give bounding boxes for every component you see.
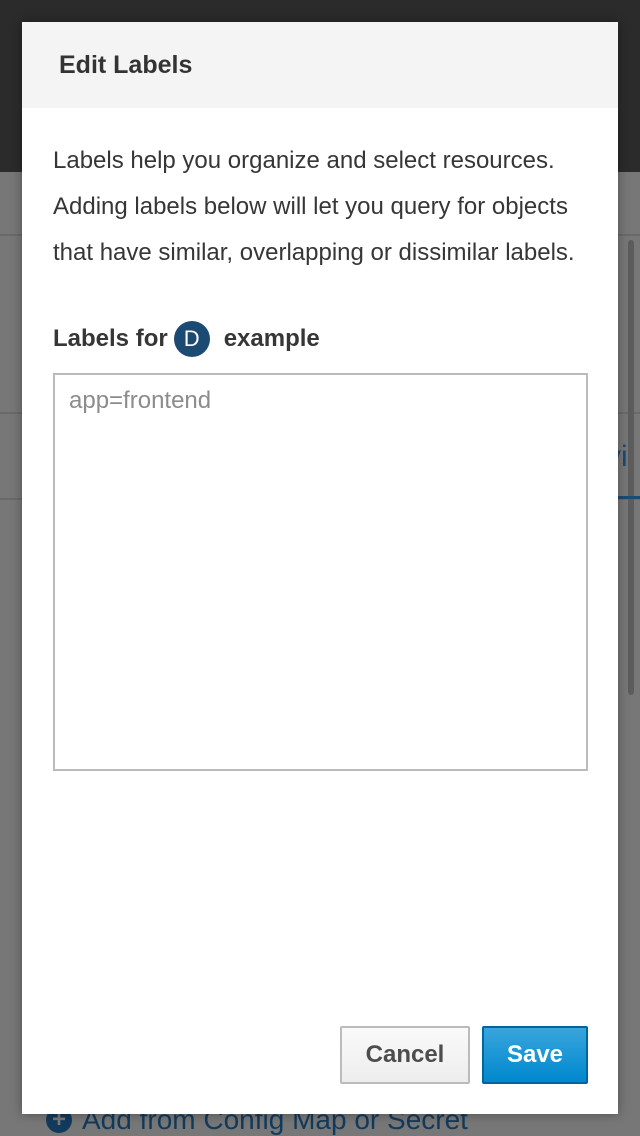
modal-body: Labels help you organize and select reso… — [22, 108, 618, 771]
resource-name: example — [223, 325, 320, 352]
labels-for-heading: Labels for D example — [53, 321, 588, 357]
cancel-button[interactable]: Cancel — [340, 1026, 470, 1084]
modal-footer: Cancel Save — [340, 1026, 588, 1084]
resource-kind-badge: D — [173, 321, 210, 357]
modal-header: Edit Labels — [22, 22, 618, 108]
modal-description: Labels help you organize and select reso… — [53, 147, 575, 266]
modal-title: Edit Labels — [59, 50, 193, 79]
edit-labels-modal: Edit Labels Labels help you organize and… — [22, 22, 618, 1114]
labels-input[interactable] — [53, 373, 588, 771]
save-button[interactable]: Save — [482, 1026, 588, 1084]
labels-for-prefix: Labels for — [53, 325, 168, 352]
background-scrollbar[interactable] — [628, 240, 634, 695]
